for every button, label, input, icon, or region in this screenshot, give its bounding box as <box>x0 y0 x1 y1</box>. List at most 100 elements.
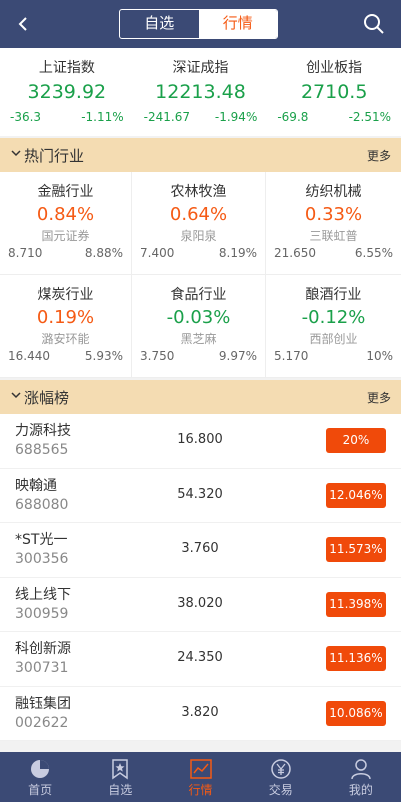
list-item[interactable]: 科创新源 300731 24.350 11.136% <box>0 632 401 687</box>
index-change: -36.3 <box>10 110 42 124</box>
stock-code: 300731 <box>15 660 69 676</box>
leader-price: 8.710 <box>8 246 43 260</box>
index-change: -69.8 <box>277 110 309 124</box>
change-badge: 10.086% <box>326 700 386 726</box>
stock-name: *ST光一 <box>15 532 68 548</box>
more-link[interactable]: 更多 <box>367 389 391 406</box>
industry-percent: -0.12% <box>301 307 366 328</box>
change-badge: 20% <box>326 428 386 453</box>
section-title: 涨幅榜 <box>24 388 70 407</box>
industry-card[interactable]: 食品行业 -0.03% 黑芝麻 3.750 9.97% <box>132 275 266 378</box>
tab-home[interactable]: 首页 <box>0 752 80 802</box>
list-item[interactable]: 融钰集团 002622 3.820 10.086% <box>0 687 401 741</box>
leader-stock: 国元证券 <box>41 229 90 243</box>
leader-stock: 三联虹普 <box>309 229 358 243</box>
hot-sector-header[interactable]: 热门行业 更多 <box>0 138 401 172</box>
market-chart-icon <box>160 757 240 781</box>
tab-market[interactable]: 行情 <box>198 10 277 38</box>
index-name: 深证成指 <box>172 60 229 76</box>
top-nav-bar: 自选 行情 <box>0 0 401 48</box>
leader-price: 3.750 <box>140 349 175 363</box>
index-value: 3239.92 <box>27 81 107 103</box>
change-badge: 11.136% <box>326 646 386 671</box>
leader-percent: 6.55% <box>354 246 393 260</box>
industry-name: 食品行业 <box>170 287 227 303</box>
industry-name: 酿酒行业 <box>305 287 362 303</box>
tab-trade[interactable]: 交易 <box>241 752 321 802</box>
leader-price: 16.440 <box>8 349 50 363</box>
change-badge: 11.573% <box>326 537 386 562</box>
stock-code: 002622 <box>15 714 69 731</box>
industry-card[interactable]: 纺织机械 0.33% 三联虹普 21.650 6.55% <box>266 172 401 275</box>
stock-name: 力源科技 <box>15 423 71 439</box>
industry-grid: 金融行业 0.84% 国元证券 8.710 8.88% 农林牧渔 0.64% 泉阳… <box>0 172 401 378</box>
leader-price: 5.170 <box>274 349 309 363</box>
stock-name: 线上线下 <box>15 586 71 603</box>
industry-percent: 0.64% <box>169 204 228 225</box>
watchlist-star-icon <box>80 757 160 781</box>
tab-label: 行情 <box>188 783 213 797</box>
gainers-header[interactable]: 涨幅榜 更多 <box>0 380 401 414</box>
change-badge: 12.046% <box>326 482 386 508</box>
list-item[interactable]: *ST光一 300356 3.760 11.573% <box>0 523 401 578</box>
index-card[interactable]: 创业板指 2710.5 -69.8 -2.51% <box>267 48 401 136</box>
chevron-down-icon <box>10 389 24 405</box>
home-pie-icon <box>0 757 80 781</box>
index-percent: -1.11% <box>81 110 124 124</box>
stock-code: 688565 <box>15 442 69 458</box>
segment-switch: 自选 行情 <box>119 9 278 39</box>
tab-watchlist[interactable]: 自选 <box>120 10 199 38</box>
leader-stock: 西部创业 <box>309 332 358 346</box>
stock-price: 24.350 <box>177 650 223 665</box>
user-icon <box>321 757 401 781</box>
tab-label: 自选 <box>108 783 133 797</box>
stock-price: 38.020 <box>177 595 223 611</box>
stock-code: 300959 <box>15 605 69 622</box>
industry-card[interactable]: 农林牧渔 0.64% 泉阳泉 7.400 8.19% <box>132 172 266 275</box>
tab-label: 我的 <box>348 783 373 797</box>
tab-label: 首页 <box>28 783 53 797</box>
index-value: 2710.5 <box>300 81 368 103</box>
chevron-down-icon <box>10 147 24 163</box>
index-card[interactable]: 上证指数 3239.92 -36.3 -1.11% <box>0 48 134 136</box>
stock-price: 3.820 <box>181 704 219 720</box>
index-summary: 上证指数 3239.92 -36.3 -1.11% 深证成指 12213.48 -… <box>0 48 401 136</box>
stock-price: 3.760 <box>181 541 219 556</box>
gainers-list: 力源科技 688565 16.800 20% 映翰通 688080 54.320… <box>0 414 401 741</box>
leader-stock: 潞安环能 <box>41 332 90 346</box>
index-card[interactable]: 深证成指 12213.48 -241.67 -1.94% <box>134 48 268 136</box>
more-link[interactable]: 更多 <box>367 147 391 164</box>
change-badge: 11.398% <box>326 591 386 617</box>
leader-price: 7.400 <box>140 246 175 260</box>
industry-percent: 0.84% <box>36 204 95 225</box>
list-item[interactable]: 线上线下 300959 38.020 11.398% <box>0 578 401 632</box>
tab-mine[interactable]: 我的 <box>321 752 401 802</box>
yen-trade-icon <box>241 757 321 781</box>
tab-watchlist-nav[interactable]: 自选 <box>80 752 160 802</box>
stock-price: 16.800 <box>177 432 223 447</box>
list-item[interactable]: 映翰通 688080 54.320 12.046% <box>0 469 401 523</box>
stock-code: 688080 <box>15 496 69 513</box>
section-title: 热门行业 <box>24 146 85 165</box>
industry-name: 农林牧渔 <box>170 184 227 200</box>
industry-card[interactable]: 酿酒行业 -0.12% 西部创业 5.170 10% <box>266 275 401 378</box>
leader-price: 21.650 <box>274 246 316 260</box>
stock-name: 融钰集团 <box>15 695 71 712</box>
tab-market-nav[interactable]: 行情 <box>160 752 240 802</box>
leader-percent: 5.93% <box>84 349 123 363</box>
back-arrow-icon[interactable] <box>12 12 36 36</box>
list-item[interactable]: 力源科技 688565 16.800 20% <box>0 414 401 469</box>
leader-percent: 8.88% <box>84 246 123 260</box>
search-icon[interactable] <box>363 13 385 35</box>
index-percent: -2.51% <box>348 110 392 124</box>
industry-name: 纺织机械 <box>305 184 362 200</box>
leader-percent: 8.19% <box>218 246 257 260</box>
leader-stock: 黑芝麻 <box>180 332 217 346</box>
index-percent: -1.94% <box>214 110 258 124</box>
stock-name: 映翰通 <box>15 477 57 494</box>
industry-card[interactable]: 金融行业 0.84% 国元证券 8.710 8.88% <box>0 172 132 275</box>
industry-card[interactable]: 煤炭行业 0.19% 潞安环能 16.440 5.93% <box>0 275 132 378</box>
industry-name: 金融行业 <box>37 184 94 200</box>
stock-name: 科创新源 <box>15 641 71 657</box>
leader-percent: 9.97% <box>218 349 257 363</box>
